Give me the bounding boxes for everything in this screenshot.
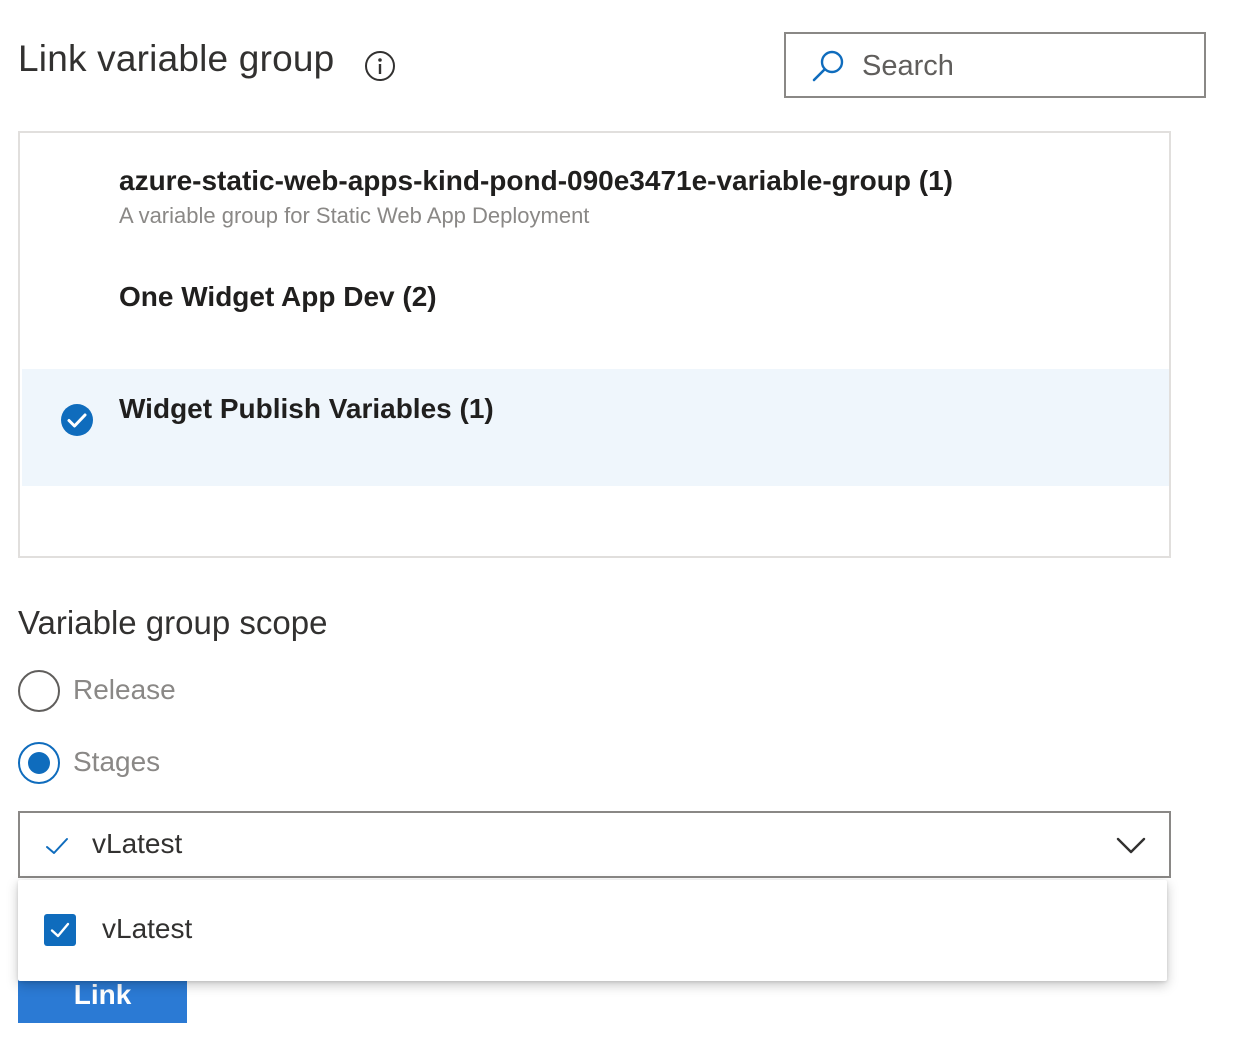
search-input[interactable] (862, 46, 1182, 86)
variable-group-name: azure-static-web-apps-kind-pond-090e3471… (119, 165, 953, 196)
stage-dropdown[interactable]: vLatest (18, 811, 1171, 878)
variable-group-name: One Widget App Dev (2) (119, 281, 437, 312)
check-circle-icon (61, 404, 93, 436)
dropdown-selected-value: vLatest (92, 828, 183, 859)
stages-radio[interactable] (18, 742, 60, 784)
variable-group-description: A variable group for Static Web App Depl… (119, 203, 590, 228)
info-icon[interactable] (364, 50, 396, 82)
option-checkbox[interactable] (44, 914, 76, 946)
search-box[interactable] (784, 32, 1206, 98)
variable-group-list: azure-static-web-apps-kind-pond-090e3471… (18, 131, 1171, 558)
dropdown-option-label[interactable]: vLatest (102, 913, 192, 945)
release-radio[interactable] (18, 670, 60, 712)
stages-radio-label[interactable]: Stages (73, 746, 160, 778)
scope-section-title: Variable group scope (18, 604, 328, 641)
list-item-selected[interactable]: Widget Publish Variables (1) (22, 369, 1169, 486)
page-title: Link variable group (18, 38, 335, 79)
check-icon (46, 838, 68, 854)
dropdown-popup: vLatest (18, 880, 1167, 981)
list-item[interactable]: One Widget App Dev (2) (22, 273, 1169, 343)
list-item[interactable]: azure-static-web-apps-kind-pond-090e3471… (22, 157, 1169, 247)
search-icon (812, 50, 844, 82)
checkmark-icon (50, 922, 70, 938)
variable-group-name: Widget Publish Variables (1) (119, 393, 494, 424)
release-radio-label[interactable]: Release (73, 674, 176, 706)
chevron-down-icon[interactable] (1115, 833, 1147, 857)
